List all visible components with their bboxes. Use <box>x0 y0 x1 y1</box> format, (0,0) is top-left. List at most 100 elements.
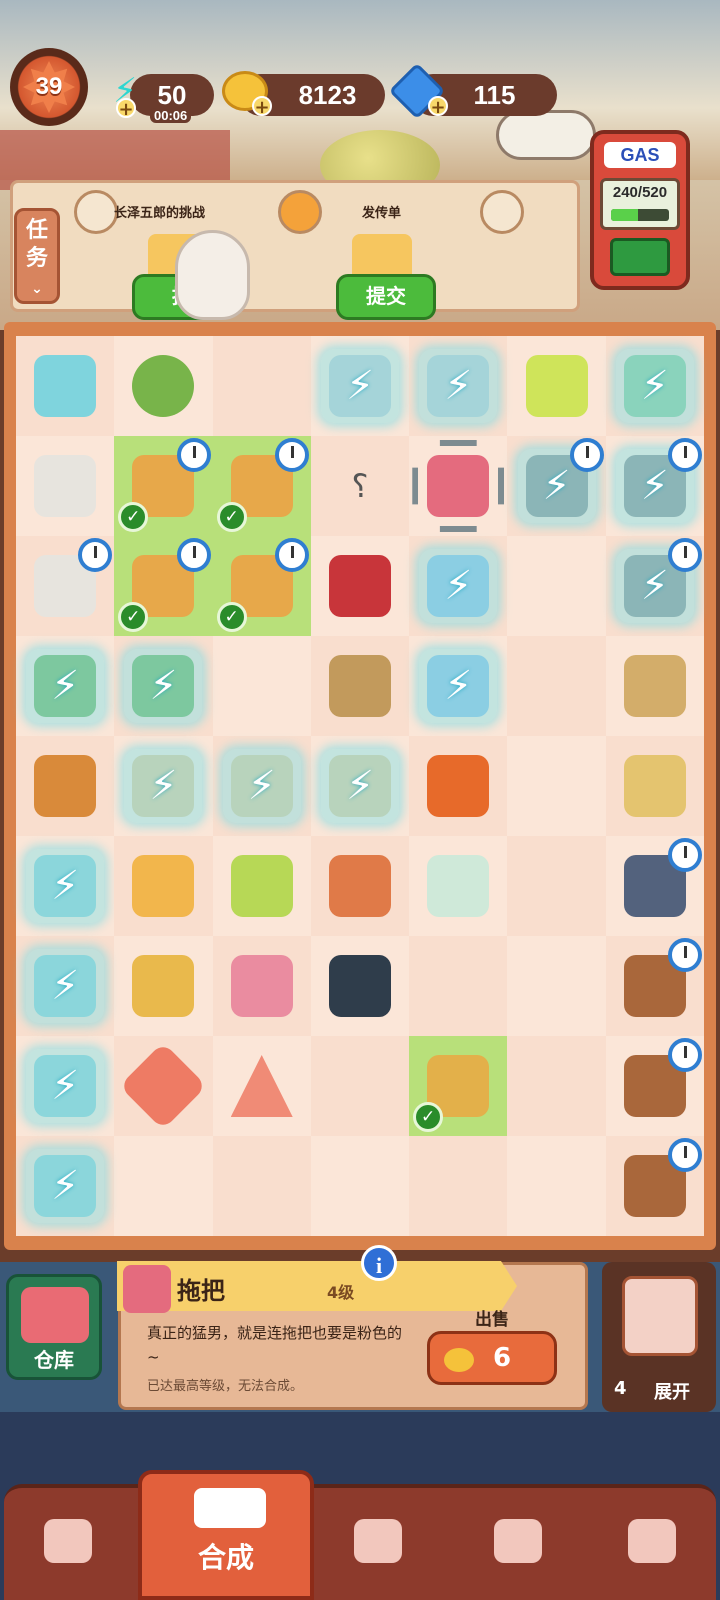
board-cell[interactable] <box>507 536 605 636</box>
board-cell[interactable] <box>507 936 605 1036</box>
board-cell[interactable]: ⚡ <box>606 436 704 536</box>
bucket-icon[interactable] <box>230 955 293 1017</box>
board-cell[interactable] <box>213 636 311 736</box>
tequila-sunrise-icon[interactable] <box>427 755 490 817</box>
order-card[interactable] <box>480 190 544 310</box>
board-cell[interactable] <box>310 1036 410 1136</box>
board-cell[interactable]: ⚡ <box>409 636 507 736</box>
board-cell[interactable] <box>213 1036 311 1136</box>
warehouse-button[interactable]: 仓库 <box>6 1274 102 1380</box>
board-cell[interactable] <box>311 536 409 636</box>
add-paw-coin-button[interactable]: + <box>252 96 272 118</box>
board-cell[interactable]: ⚡ <box>409 536 508 636</box>
board-cell[interactable] <box>606 1036 704 1136</box>
jar-icon[interactable] <box>34 355 97 417</box>
board-cell[interactable] <box>507 1036 606 1136</box>
board-cell[interactable] <box>212 1136 311 1236</box>
board-cell[interactable] <box>114 1136 212 1236</box>
board-cell[interactable] <box>507 636 606 736</box>
sell-button[interactable]: 6 <box>427 1331 557 1385</box>
board-cell[interactable] <box>605 1136 704 1236</box>
board-cell[interactable] <box>16 436 114 536</box>
board-cell[interactable]: ⚡ <box>114 636 213 736</box>
board-cell[interactable]: ⚡ <box>114 736 212 836</box>
jam-cup-icon[interactable] <box>328 555 391 617</box>
board-cell[interactable]: ✓ <box>212 536 311 636</box>
board-cell[interactable]: ⚡ <box>16 1136 115 1236</box>
board-cell[interactable]: ⚡ <box>605 536 704 636</box>
board-cell[interactable] <box>212 336 311 436</box>
gas-pump[interactable]: GAS 240/520 <box>590 130 690 290</box>
star-cookie-icon[interactable] <box>119 1042 208 1130</box>
board-cell[interactable] <box>212 936 311 1036</box>
martini-icon[interactable] <box>525 355 588 417</box>
sprout-icon[interactable] <box>132 355 195 417</box>
board-cell[interactable]: ✓ <box>212 436 311 536</box>
board-cell[interactable] <box>605 936 704 1036</box>
tasks-tab[interactable]: 任务 ⌄ <box>14 208 60 304</box>
board-cell[interactable] <box>16 536 115 636</box>
nav-bus[interactable] <box>612 1506 692 1576</box>
board-cell[interactable]: ⚡ <box>16 936 115 1036</box>
board-cell[interactable] <box>114 836 213 936</box>
hook-icon[interactable]: ⸮ <box>329 455 391 517</box>
board-cell[interactable]: ⚡ <box>212 736 311 836</box>
info-icon[interactable]: i <box>361 1245 397 1281</box>
board-cell[interactable]: ⚡ <box>507 436 606 536</box>
stew-pot-icon[interactable] <box>328 955 391 1017</box>
board-cell[interactable] <box>507 336 605 436</box>
board-cell[interactable] <box>507 1136 605 1236</box>
board-cell[interactable] <box>507 736 605 836</box>
board-cell[interactable] <box>507 836 606 936</box>
expand-button[interactable]: 4 展开 <box>602 1262 716 1412</box>
board-cell[interactable]: ⚡ <box>311 336 409 436</box>
board-cell[interactable] <box>606 836 704 936</box>
board-cell[interactable]: ⚡ <box>409 336 508 436</box>
board-cell[interactable] <box>605 736 704 836</box>
beer-glass-icon[interactable] <box>132 855 195 917</box>
board-cell[interactable] <box>16 336 115 436</box>
takeout-bag-icon[interactable] <box>623 755 686 817</box>
board-cell[interactable] <box>409 836 507 936</box>
board-cell[interactable]: ⚡ <box>311 736 409 836</box>
board-cell[interactable] <box>213 836 311 936</box>
nav-map[interactable] <box>478 1506 558 1576</box>
board-cell[interactable]: ⸮ <box>310 436 410 536</box>
board-cell[interactable] <box>310 636 410 736</box>
board-cell[interactable] <box>114 936 212 1036</box>
add-energy-button[interactable]: + <box>116 98 136 120</box>
printer-icon[interactable] <box>34 455 97 517</box>
board-cell[interactable] <box>409 936 508 1036</box>
nav-kitchen[interactable] <box>338 1506 418 1576</box>
whiskey-glass-icon[interactable] <box>328 855 391 917</box>
board-cell[interactable] <box>310 836 410 936</box>
board-cell[interactable]: ✓ <box>114 536 213 636</box>
board-cell[interactable] <box>409 436 507 536</box>
board-cell[interactable] <box>311 936 409 1036</box>
triangle-cookie-icon[interactable] <box>230 1055 293 1117</box>
board-cell[interactable]: ⚡ <box>16 836 114 936</box>
board-cell[interactable] <box>606 636 704 736</box>
submit-button[interactable]: 提交 <box>336 274 436 320</box>
beans-bag-icon[interactable] <box>328 655 391 717</box>
board-cell[interactable] <box>409 736 508 836</box>
board-cell[interactable] <box>114 1036 213 1136</box>
board-cell[interactable]: ⚡ <box>605 336 704 436</box>
board-cell[interactable] <box>16 736 115 836</box>
board-cell[interactable] <box>409 1136 508 1236</box>
drink-mug-icon[interactable] <box>34 755 97 817</box>
juice-glass-icon[interactable] <box>230 855 293 917</box>
board-cell[interactable]: ⚡ <box>16 636 114 736</box>
goblet-icon[interactable] <box>132 955 195 1017</box>
board-cell[interactable] <box>114 336 212 436</box>
flatbread-icon[interactable] <box>623 655 686 717</box>
nav-bag[interactable] <box>28 1506 108 1576</box>
nav-merge[interactable]: 合成 <box>138 1470 314 1600</box>
player-level-badge[interactable]: 39 <box>10 48 88 126</box>
add-gem-button[interactable]: + <box>428 96 448 118</box>
board-cell[interactable]: ✓ <box>409 1036 508 1136</box>
glue-bottle-icon[interactable] <box>427 855 490 917</box>
board-cell[interactable]: ⚡ <box>16 1036 114 1136</box>
board-cell[interactable]: ✓ <box>114 436 213 536</box>
board-cell[interactable] <box>311 1136 409 1236</box>
